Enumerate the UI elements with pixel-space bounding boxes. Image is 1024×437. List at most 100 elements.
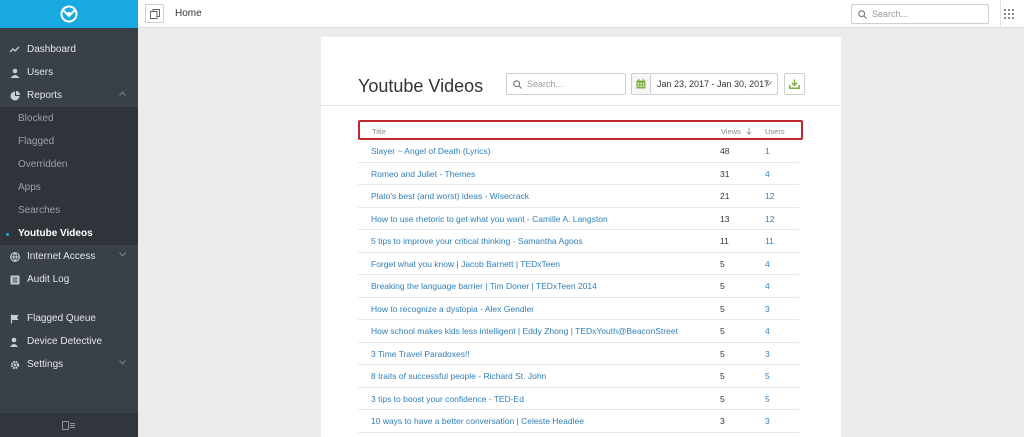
column-header-views[interactable]: Views [721,127,752,136]
breadcrumb[interactable]: Home [175,8,202,19]
video-title-link[interactable]: How to recognize a dystopia - Alex Gendl… [371,304,534,314]
video-title-link[interactable]: How school makes kids less intelligent |… [371,326,678,336]
column-header-title[interactable]: Title [372,127,386,136]
export-button[interactable] [784,73,805,95]
date-picker-button[interactable] [631,73,651,95]
sidebar-item-reports[interactable]: Reports [0,84,138,107]
users-count-link[interactable]: 4 [765,326,770,336]
subitem-label: Flagged [18,136,55,147]
window-toggle-button[interactable] [145,4,164,23]
table-search[interactable] [506,73,626,95]
sidebar-subitem-blocked[interactable]: Blocked [0,107,138,130]
logo-bar [0,0,138,28]
sidebar-item-dashboard[interactable]: Dashboard [0,38,138,61]
sidebar-item-flagged-queue[interactable]: Flagged Queue [0,307,138,330]
users-count-link[interactable]: 3 [765,304,770,314]
views-count: 5 [720,326,725,336]
flag-icon [10,314,20,324]
table-row: Breaking the language barrier | Tim Done… [358,275,799,298]
logo-icon[interactable] [59,4,79,24]
users-count-link[interactable]: 11 [765,236,774,246]
search-icon [858,9,867,19]
subitem-label: Searches [18,205,61,216]
subitem-label: Blocked [18,113,54,124]
reports-submenu: Blocked Flagged Overridden Apps Searches… [0,107,138,245]
users-count-link[interactable]: 3 [765,349,770,359]
video-title-link[interactable]: 5 tips to improve your critical thinking… [371,236,583,246]
sidebar-item-label: Flagged Queue [27,313,96,324]
users-count-link[interactable]: 4 [765,281,770,291]
sidebar-item-settings[interactable]: Settings [0,353,138,376]
sidebar-subitem-apps[interactable]: Apps [0,176,138,199]
app-grid-icon[interactable] [1004,9,1014,19]
sidebar-item-users[interactable]: Users [0,61,138,84]
gear-icon [10,360,20,370]
video-title-link[interactable]: 8 traits of successful people - Richard … [371,371,546,381]
sidebar-item-label: Reports [27,90,63,101]
video-title-link[interactable]: 10 ways to have a better conversation | … [371,416,584,426]
sidebar-item-label: Audit Log [27,274,70,285]
table-row: Forget what you know | Jacob Barnett | T… [358,253,799,275]
column-header-views-label: Views [721,127,741,136]
table-row: 5 tips to improve your critical thinking… [358,230,799,253]
list-icon [10,275,20,285]
users-count-link[interactable]: 3 [765,416,770,426]
views-count: 11 [720,236,729,246]
sidebar-subitem-overridden[interactable]: Overridden [0,153,138,176]
topbar: Home [138,0,1024,28]
table-search-input[interactable] [527,79,617,89]
video-title-link[interactable]: Breaking the language barrier | Tim Done… [371,281,597,291]
sidebar-subitem-youtube-videos[interactable]: Youtube Videos [0,222,138,245]
video-title-link[interactable]: 3 tips to boost your confidence - TED-Ed [371,394,524,404]
date-range-select[interactable]: Jan 23, 2017 - Jan 30, 2017 [651,73,778,95]
table-body: Slayer ~ Angel of Death (Lyrics) 48 1 Romeo… [358,140,803,433]
views-count: 31 [720,168,730,179]
sidebar-item-label: Internet Access [27,251,96,262]
table-row: Plato's best (and worst) ideas - Wisecra… [358,185,799,208]
video-title-link[interactable]: Forget what you know | Jacob Barnett | T… [371,259,560,269]
table-row: Slayer ~ Angel of Death (Lyrics) 48 1 [358,140,799,163]
users-count-link[interactable]: 12 [765,191,774,201]
sort-desc-icon [746,128,752,135]
table-row: How to recognize a dystopia - Alex Gendl… [358,298,799,320]
activity-icon [10,45,20,55]
sidebar-item-device-detective[interactable]: Device Detective [0,330,138,353]
views-count: 48 [720,146,730,156]
users-count-link[interactable]: 1 [765,146,770,156]
table-row: 10 ways to have a better conversation | … [358,410,799,433]
user-icon [10,68,20,78]
sidebar-item-internet-access[interactable]: Internet Access [0,245,138,268]
videos-table: Title Views Users Slayer ~ Angel of Deat… [358,120,803,433]
chevron-down-icon [119,252,126,257]
users-count-link[interactable]: 4 [765,169,770,179]
chevron-up-icon [119,91,126,96]
video-title-link[interactable]: Slayer ~ Angel of Death (Lyrics) [371,146,490,156]
topbar-divider [1000,0,1001,28]
video-title-link[interactable]: 3 Time Travel Paradoxes!! [371,349,470,359]
sidebar: Dashboard Users Reports Blocked Flagged … [0,0,138,437]
video-title-link[interactable]: How to use rhetoric to get what you want… [371,214,608,224]
users-count-link[interactable]: 5 [765,371,770,381]
table-row: Romeo and Juliet - Themes 31 4 [358,163,799,185]
subitem-label: Overridden [18,159,68,170]
table-row: 8 traits of successful people - Richard … [358,365,799,388]
views-count: 3 [720,416,725,426]
views-count: 13 [720,213,730,224]
video-title-link[interactable]: Plato's best (and worst) ideas - Wisecra… [371,191,529,201]
collapse-sidebar-icon[interactable] [62,420,76,430]
global-search[interactable] [851,4,989,24]
sidebar-item-audit-log[interactable]: Audit Log [0,268,138,291]
global-search-input[interactable] [872,9,972,19]
sidebar-item-label: Dashboard [27,44,76,55]
pie-chart-icon [10,90,20,101]
video-title-link[interactable]: Romeo and Juliet - Themes [371,169,475,179]
table-row: How to use rhetoric to get what you want… [358,208,799,230]
users-count-link[interactable]: 12 [765,214,774,224]
sidebar-subitem-flagged[interactable]: Flagged [0,130,138,153]
sidebar-subitem-searches[interactable]: Searches [0,199,138,222]
users-count-link[interactable]: 4 [765,259,770,269]
users-count-link[interactable]: 5 [765,394,770,404]
views-count: 5 [720,348,725,359]
column-header-users[interactable]: Users [765,127,785,136]
